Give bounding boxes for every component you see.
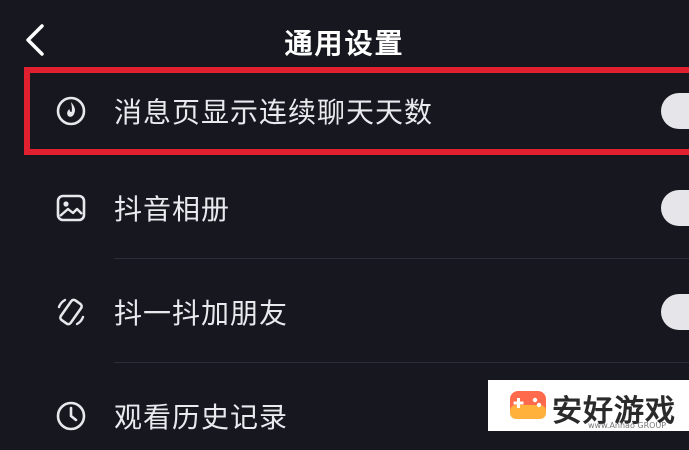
setting-label: 观看历史记录: [114, 401, 289, 434]
header: 通用设置: [0, 0, 689, 66]
setting-toggle[interactable]: [661, 190, 689, 226]
setting-toggle[interactable]: [661, 93, 689, 129]
setting-row-album[interactable]: 抖音相册: [0, 174, 689, 242]
gamepad-logo-icon: [510, 391, 546, 419]
watermark-url: www.Anhao GROUP: [588, 421, 667, 430]
image-icon: [54, 191, 88, 225]
watermark: 安好游戏 www.Anhao GROUP: [488, 380, 689, 431]
setting-label: 消息页显示连续聊天天数: [114, 96, 434, 129]
setting-label: 抖一抖加朋友: [114, 297, 289, 330]
clock-icon: [54, 399, 88, 433]
setting-toggle[interactable]: [661, 294, 689, 330]
divider: [114, 362, 689, 363]
divider: [114, 258, 689, 259]
setting-label: 抖音相册: [114, 193, 231, 226]
flame-icon: [54, 94, 88, 128]
setting-row-shake[interactable]: 抖一抖加朋友: [0, 278, 689, 346]
shake-icon: [54, 295, 88, 329]
setting-row-chat-streak[interactable]: 消息页显示连续聊天天数: [0, 67, 689, 155]
page-title: 通用设置: [284, 27, 405, 60]
